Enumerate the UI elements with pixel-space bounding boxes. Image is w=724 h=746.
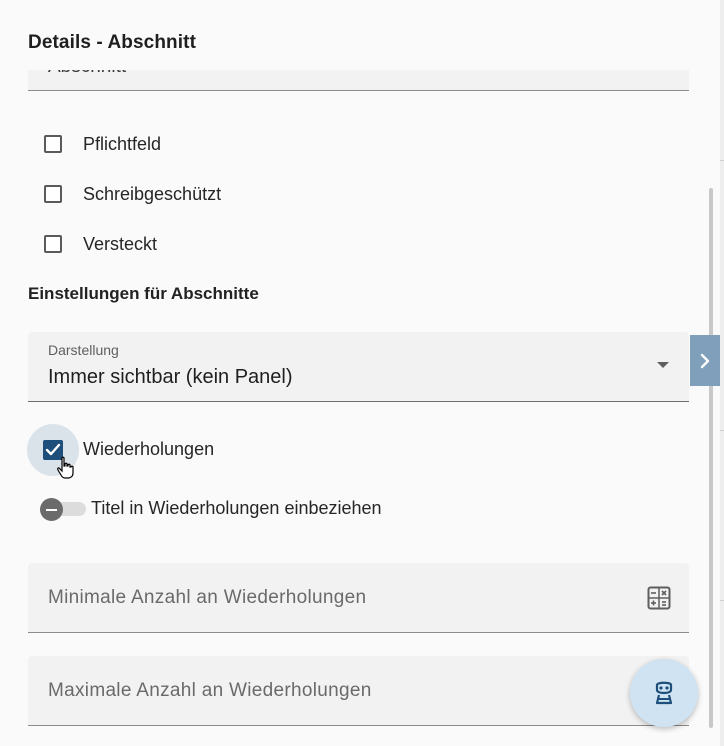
max-repetitions-placeholder: Maximale Anzahl an Wiederholungen bbox=[48, 680, 372, 701]
chevron-right-icon bbox=[700, 353, 710, 368]
checkbox-readonly-label: Schreibgeschützt bbox=[83, 183, 222, 204]
edge-divider bbox=[720, 600, 724, 601]
title-toggle-label: Titel in Wiederholungen einbeziehen bbox=[91, 498, 382, 518]
panel-title: Details - Abschnitt bbox=[28, 32, 196, 53]
checkbox-box[interactable] bbox=[44, 185, 62, 203]
dropdown-arrow-icon[interactable] bbox=[657, 362, 669, 368]
toggle-knob[interactable] bbox=[40, 498, 63, 521]
checkbox-required-label: Pflichtfeld bbox=[83, 133, 162, 154]
display-select-value: Immer sichtbar (kein Panel) bbox=[48, 366, 293, 388]
checkbox-hidden[interactable]: Versteckt bbox=[28, 224, 668, 264]
title-toggle[interactable] bbox=[40, 498, 86, 521]
max-repetitions-input[interactable]: Maximale Anzahl an Wiederholungen bbox=[28, 656, 689, 726]
hand-pointer-icon bbox=[57, 456, 74, 479]
checkbox-required[interactable]: Pflichtfeld bbox=[28, 124, 668, 164]
robot-assistant-icon bbox=[655, 681, 673, 705]
scrollbar[interactable] bbox=[707, 188, 716, 728]
right-edge bbox=[720, 0, 724, 746]
checkbox-hidden-label: Versteckt bbox=[83, 233, 158, 254]
checkbox-box[interactable] bbox=[44, 235, 62, 253]
min-repetitions-placeholder: Minimale Anzahl an Wiederholungen bbox=[48, 587, 367, 608]
name-field[interactable]: Abschnitt bbox=[28, 70, 689, 91]
checkbox-repeat-label: Wiederholungen bbox=[83, 439, 215, 459]
display-select[interactable]: Darstellung Immer sichtbar (kein Panel) bbox=[28, 332, 689, 402]
edge-divider bbox=[720, 160, 724, 161]
check-icon bbox=[45, 443, 61, 456]
calculator-icon[interactable] bbox=[647, 586, 671, 610]
checkbox-readonly[interactable]: Schreibgeschützt bbox=[28, 174, 668, 214]
scrollbar-thumb[interactable] bbox=[709, 188, 713, 728]
side-panel-toggle[interactable] bbox=[690, 335, 720, 386]
edge-divider bbox=[720, 430, 724, 431]
assistant-button[interactable] bbox=[630, 659, 698, 727]
checkbox-box[interactable] bbox=[44, 135, 62, 153]
section-title: Einstellungen für Abschnitte bbox=[28, 284, 259, 303]
display-select-label: Darstellung bbox=[48, 342, 119, 358]
min-repetitions-input[interactable]: Minimale Anzahl an Wiederholungen bbox=[28, 563, 689, 633]
name-field-value: Abschnitt bbox=[48, 70, 126, 78]
